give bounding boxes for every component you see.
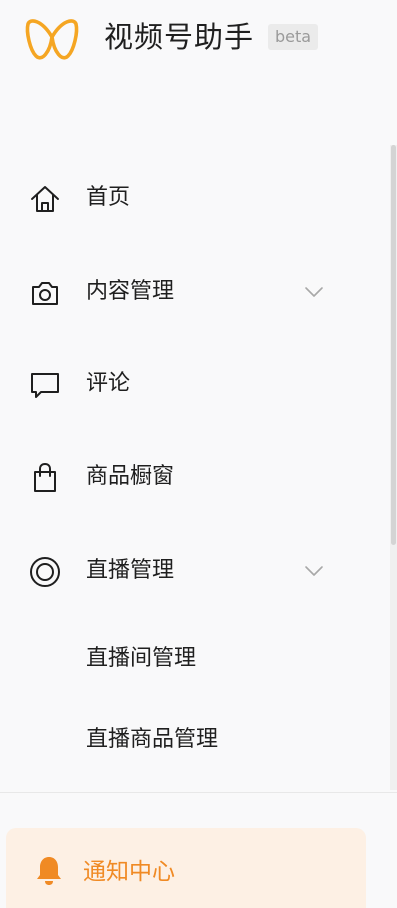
sidebar-item-label: 首页: [86, 185, 131, 210]
beta-badge: beta: [268, 24, 319, 50]
sidebar-page: 视频号助手 beta 首页 内容管理 评论 商品橱窗 直播管理 直播间管理 直播…: [0, 0, 397, 908]
sidebar-subitem-live-room-management[interactable]: 直播间管理: [86, 644, 196, 674]
sidebar-item-label: 内容管理: [86, 279, 175, 304]
app-title: 视频号助手: [104, 20, 255, 54]
comment-icon: [31, 373, 59, 398]
sidebar-item-label: 直播管理: [86, 558, 175, 583]
sidebar-item-comments[interactable]: 评论: [0, 359, 392, 411]
sidebar-item-live-management[interactable]: 直播管理: [0, 546, 392, 598]
divider: [0, 792, 397, 793]
shopping-bag-icon: [34, 462, 56, 492]
sidebar-item-home[interactable]: 首页: [0, 173, 392, 225]
chevron-down-icon[interactable]: [302, 280, 326, 304]
sidebar-item-product-showcase[interactable]: 商品橱窗: [0, 452, 392, 504]
sidebar-header: 视频号助手 beta: [0, 0, 397, 80]
scrollbar-thumb[interactable]: [391, 145, 396, 545]
notification-center-label: 通知中心: [83, 859, 175, 885]
camera-icon: [32, 282, 58, 305]
sidebar-item-label: 评论: [86, 371, 131, 396]
notification-center-button[interactable]: 通知中心: [6, 828, 366, 908]
live-ring-icon: [30, 557, 60, 587]
sidebar-item-label: 商品橱窗: [86, 464, 175, 489]
home-icon: [31, 186, 59, 212]
sidebar-subitem-live-product-management[interactable]: 直播商品管理: [86, 725, 218, 755]
sidebar-nav: 首页 内容管理 评论 商品橱窗 直播管理 直播间管理 直播商品管理: [0, 150, 392, 790]
sidebar-item-content-management[interactable]: 内容管理: [0, 267, 392, 319]
bell-icon: [37, 857, 61, 885]
chevron-down-icon[interactable]: [302, 559, 326, 583]
butterfly-loop-logo-icon[interactable]: [24, 12, 80, 62]
